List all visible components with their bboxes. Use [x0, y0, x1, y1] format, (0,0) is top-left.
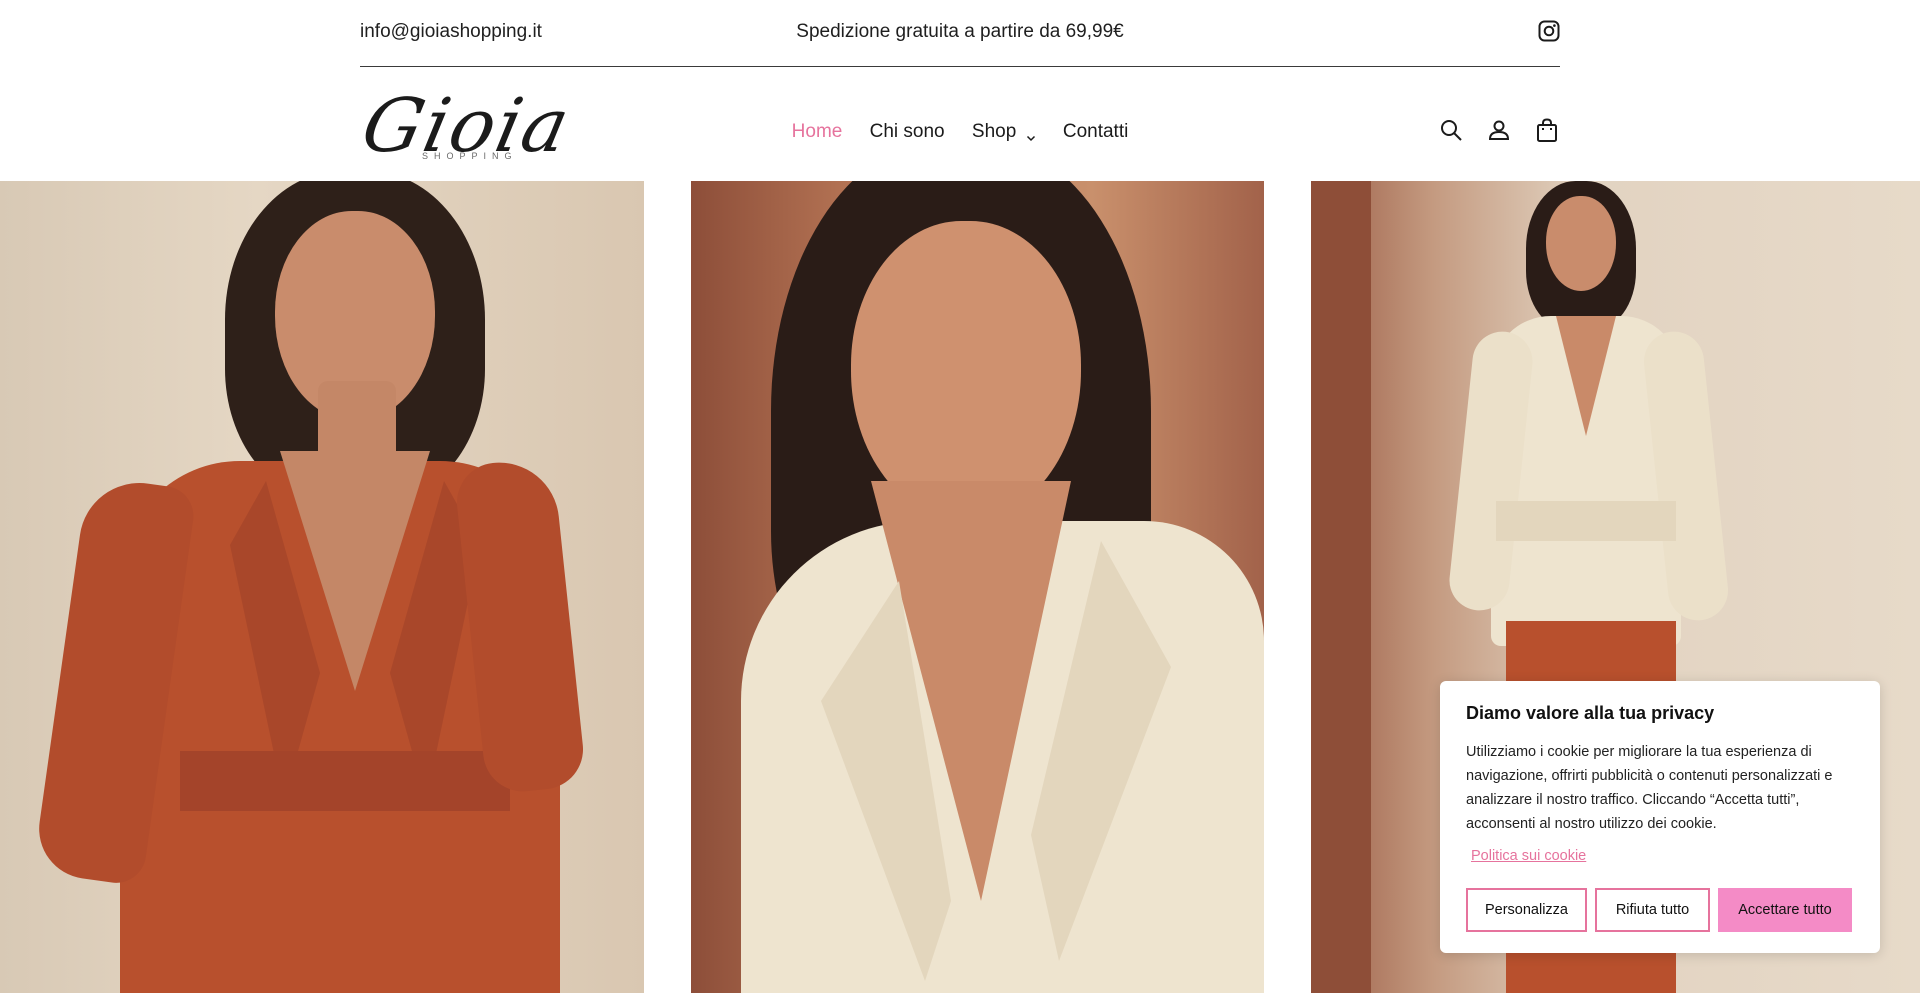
main-navigation: Home Chi sono Shop Contatti [360, 121, 1560, 143]
nav-item-chi-sono[interactable]: Chi sono [870, 121, 945, 143]
cookie-consent-banner: Diamo valore alla tua privacy Utilizziam… [1440, 681, 1880, 953]
cookie-description: Utilizziamo i cookie per migliorare la t… [1466, 744, 1833, 832]
customize-cookies-button[interactable]: Personalizza [1466, 888, 1587, 932]
instagram-icon[interactable] [1538, 20, 1560, 42]
cart-icon[interactable] [1534, 117, 1560, 143]
site-header: Gioia SHOPPING Home Chi sono Shop Contat… [355, 67, 1560, 181]
reject-all-cookies-button[interactable]: Rifiuta tutto [1595, 888, 1710, 932]
nav-item-shop-label: Shop [971, 121, 1017, 142]
cookie-title: Diamo valore alla tua privacy [1466, 703, 1715, 723]
accept-all-cookies-button[interactable]: Accettare tutto [1718, 888, 1852, 932]
header-icons [1438, 117, 1560, 143]
free-shipping-notice: Spedizione gratuita a partire da 69,99€ [796, 21, 1124, 42]
nav-item-home[interactable]: Home [792, 121, 843, 143]
hero-image-cream-jacket-closeup[interactable] [691, 181, 1264, 993]
hero-image-rust-suit[interactable] [0, 181, 644, 993]
chevron-down-icon [1026, 127, 1036, 142]
announcement-bar: info@gioiashopping.it Spedizione gratuit… [360, 0, 1560, 67]
nav-item-shop[interactable]: Shop [972, 121, 1036, 143]
account-icon[interactable] [1486, 117, 1512, 143]
nav-item-contatti[interactable]: Contatti [1063, 121, 1128, 143]
search-icon[interactable] [1438, 117, 1464, 143]
cookie-policy-link[interactable]: Politica sui cookie [1471, 848, 1586, 864]
cookie-buttons: Personalizza Rifiuta tutto Accettare tut… [1466, 888, 1852, 932]
logo-subtext: SHOPPING [422, 151, 518, 161]
